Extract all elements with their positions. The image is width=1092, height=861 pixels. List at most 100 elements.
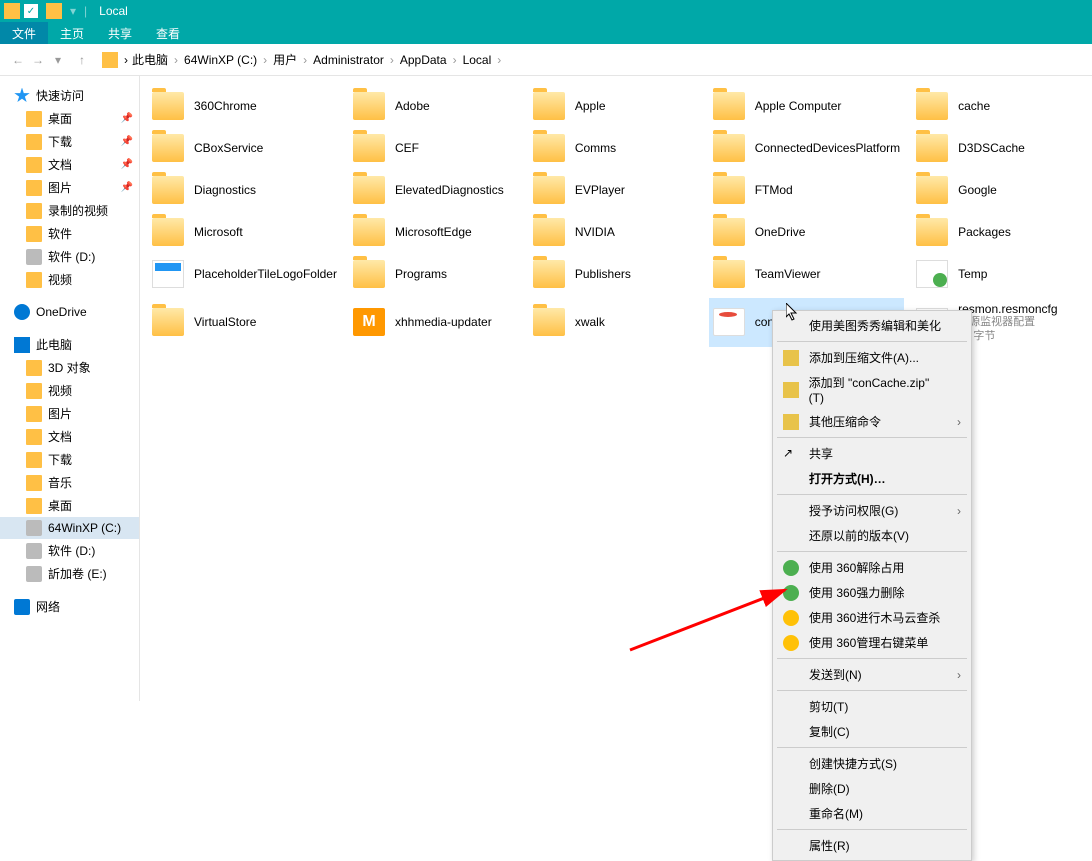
- folder-icon: [26, 180, 42, 196]
- sidebar-item-video[interactable]: 视频: [0, 268, 139, 291]
- nav-up[interactable]: ↑: [72, 50, 92, 70]
- bc-seg[interactable]: 用户: [269, 51, 301, 68]
- file-item[interactable]: D3DSCache: [912, 130, 1084, 166]
- quick-access-label: 快速访问: [36, 87, 84, 104]
- tab-home[interactable]: 主页: [48, 22, 96, 44]
- sidebar-item-drive-d[interactable]: 软件 (D:): [0, 539, 139, 562]
- file-label: TeamViewer: [755, 267, 821, 281]
- sidebar-item-software-d[interactable]: 软件 (D:): [0, 245, 139, 268]
- file-item[interactable]: CEF: [349, 130, 521, 166]
- nav-dropdown[interactable]: ▾: [48, 50, 68, 70]
- file-item[interactable]: MicrosoftEdge: [349, 214, 521, 250]
- menu-item[interactable]: 复制(C): [775, 719, 969, 744]
- file-item[interactable]: PlaceholderTileLogoFolder: [148, 256, 341, 292]
- folder-icon: [26, 360, 42, 376]
- file-label: Programs: [395, 267, 447, 281]
- window-title: Local: [99, 4, 128, 18]
- sidebar-onedrive[interactable]: OneDrive: [0, 301, 139, 323]
- menu-item[interactable]: 还原以前的版本(V): [775, 523, 969, 548]
- menu-item[interactable]: 其他压缩命令›: [775, 409, 969, 434]
- qa-checkbox[interactable]: ✓: [24, 4, 38, 18]
- bc-seg[interactable]: AppData: [396, 53, 451, 67]
- sidebar-item-pictures[interactable]: 图片📌: [0, 176, 139, 199]
- file-item[interactable]: VirtualStore: [148, 298, 341, 347]
- menu-item[interactable]: 使用美图秀秀编辑和美化: [775, 313, 969, 338]
- sidebar-item-music[interactable]: 音乐: [0, 471, 139, 494]
- sidebar-item-downloads2[interactable]: 下载: [0, 448, 139, 471]
- file-item[interactable]: FTMod: [709, 172, 904, 208]
- file-item[interactable]: Apple Computer: [709, 88, 904, 124]
- file-item[interactable]: TeamViewer: [709, 256, 904, 292]
- file-item[interactable]: EVPlayer: [529, 172, 701, 208]
- star-icon: [14, 88, 30, 104]
- file-item[interactable]: Google: [912, 172, 1084, 208]
- menu-item[interactable]: 发送到(N)›: [775, 662, 969, 687]
- tab-share[interactable]: 共享: [96, 22, 144, 44]
- file-item[interactable]: CBoxService: [148, 130, 341, 166]
- menu-item[interactable]: 属性(R): [775, 833, 969, 858]
- bc-seg[interactable]: Local: [459, 53, 496, 67]
- menu-item[interactable]: 使用 360解除占用: [775, 555, 969, 580]
- file-db-icon: [713, 308, 745, 336]
- drive-icon: [26, 520, 42, 536]
- file-item[interactable]: Packages: [912, 214, 1084, 250]
- sidebar-item-software[interactable]: 软件: [0, 222, 139, 245]
- sidebar-item-pictures2[interactable]: 图片: [0, 402, 139, 425]
- file-item[interactable]: OneDrive: [709, 214, 904, 250]
- chevron-right-icon: ›: [495, 53, 503, 67]
- sidebar-item-documents[interactable]: 文档📌: [0, 153, 139, 176]
- file-item[interactable]: Programs: [349, 256, 521, 292]
- sidebar-item-drive-e[interactable]: 訢加卷 (E:): [0, 562, 139, 585]
- file-label: Publishers: [575, 267, 631, 281]
- menu-item[interactable]: 添加到压缩文件(A)...: [775, 345, 969, 370]
- menu-label: 还原以前的版本(V): [809, 527, 909, 544]
- menu-item[interactable]: 添加到 "conCache.zip" (T): [775, 370, 969, 409]
- tab-view[interactable]: 查看: [144, 22, 192, 44]
- sidebar-item-desktop2[interactable]: 桌面: [0, 494, 139, 517]
- menu-item[interactable]: 使用 360进行木马云查杀: [775, 605, 969, 630]
- file-item[interactable]: cache: [912, 88, 1084, 124]
- file-item[interactable]: Adobe: [349, 88, 521, 124]
- bc-seg[interactable]: 此电脑: [128, 51, 172, 68]
- file-item[interactable]: xwalk: [529, 298, 701, 347]
- file-item[interactable]: ConnectedDevicesPlatform: [709, 130, 904, 166]
- menu-item[interactable]: 剪切(T): [775, 694, 969, 719]
- nav-forward[interactable]: →: [28, 50, 48, 70]
- menu-label: 删除(D): [809, 780, 850, 797]
- menu-item[interactable]: 使用 360强力删除: [775, 580, 969, 605]
- file-item[interactable]: Publishers: [529, 256, 701, 292]
- bc-seg[interactable]: 64WinXP (C:): [180, 53, 261, 67]
- chevron-right-icon: ›: [957, 504, 961, 518]
- nav-back[interactable]: ←: [8, 50, 28, 70]
- menu-item[interactable]: 删除(D): [775, 776, 969, 801]
- sidebar-item-drive-c[interactable]: 64WinXP (C:): [0, 517, 139, 539]
- chevron-right-icon: ›: [388, 53, 396, 67]
- file-item[interactable]: Comms: [529, 130, 701, 166]
- file-item[interactable]: Diagnostics: [148, 172, 341, 208]
- menu-item[interactable]: 打开方式(H)…: [775, 466, 969, 491]
- menu-item[interactable]: 创建快捷方式(S): [775, 751, 969, 776]
- file-item[interactable]: Apple: [529, 88, 701, 124]
- sidebar-network[interactable]: 网络: [0, 595, 139, 618]
- sidebar-item-docs2[interactable]: 文档: [0, 425, 139, 448]
- file-item[interactable]: Temp: [912, 256, 1084, 292]
- file-item[interactable]: Mxhhmedia-updater: [349, 298, 521, 347]
- sidebar-item-desktop[interactable]: 桌面📌: [0, 107, 139, 130]
- file-item[interactable]: 360Chrome: [148, 88, 341, 124]
- menu-item[interactable]: 重命名(M): [775, 801, 969, 826]
- sidebar-item-downloads[interactable]: 下载📌: [0, 130, 139, 153]
- bc-seg[interactable]: Administrator: [309, 53, 388, 67]
- sidebar-item-videos[interactable]: 视频: [0, 379, 139, 402]
- file-item[interactable]: Microsoft: [148, 214, 341, 250]
- sidebar-item-recordings[interactable]: 录制的视频: [0, 199, 139, 222]
- sidebar-item-3d[interactable]: 3D 对象: [0, 356, 139, 379]
- menu-label: 使用 360管理右键菜单: [809, 634, 928, 651]
- tab-file[interactable]: 文件: [0, 22, 48, 44]
- menu-item[interactable]: 使用 360管理右键菜单: [775, 630, 969, 655]
- file-item[interactable]: ElevatedDiagnostics: [349, 172, 521, 208]
- menu-item[interactable]: ↗共享: [775, 441, 969, 466]
- quick-access[interactable]: 快速访问: [0, 84, 139, 107]
- file-item[interactable]: NVIDIA: [529, 214, 701, 250]
- menu-item[interactable]: 授予访问权限(G)›: [775, 498, 969, 523]
- sidebar-this-pc[interactable]: 此电脑: [0, 333, 139, 356]
